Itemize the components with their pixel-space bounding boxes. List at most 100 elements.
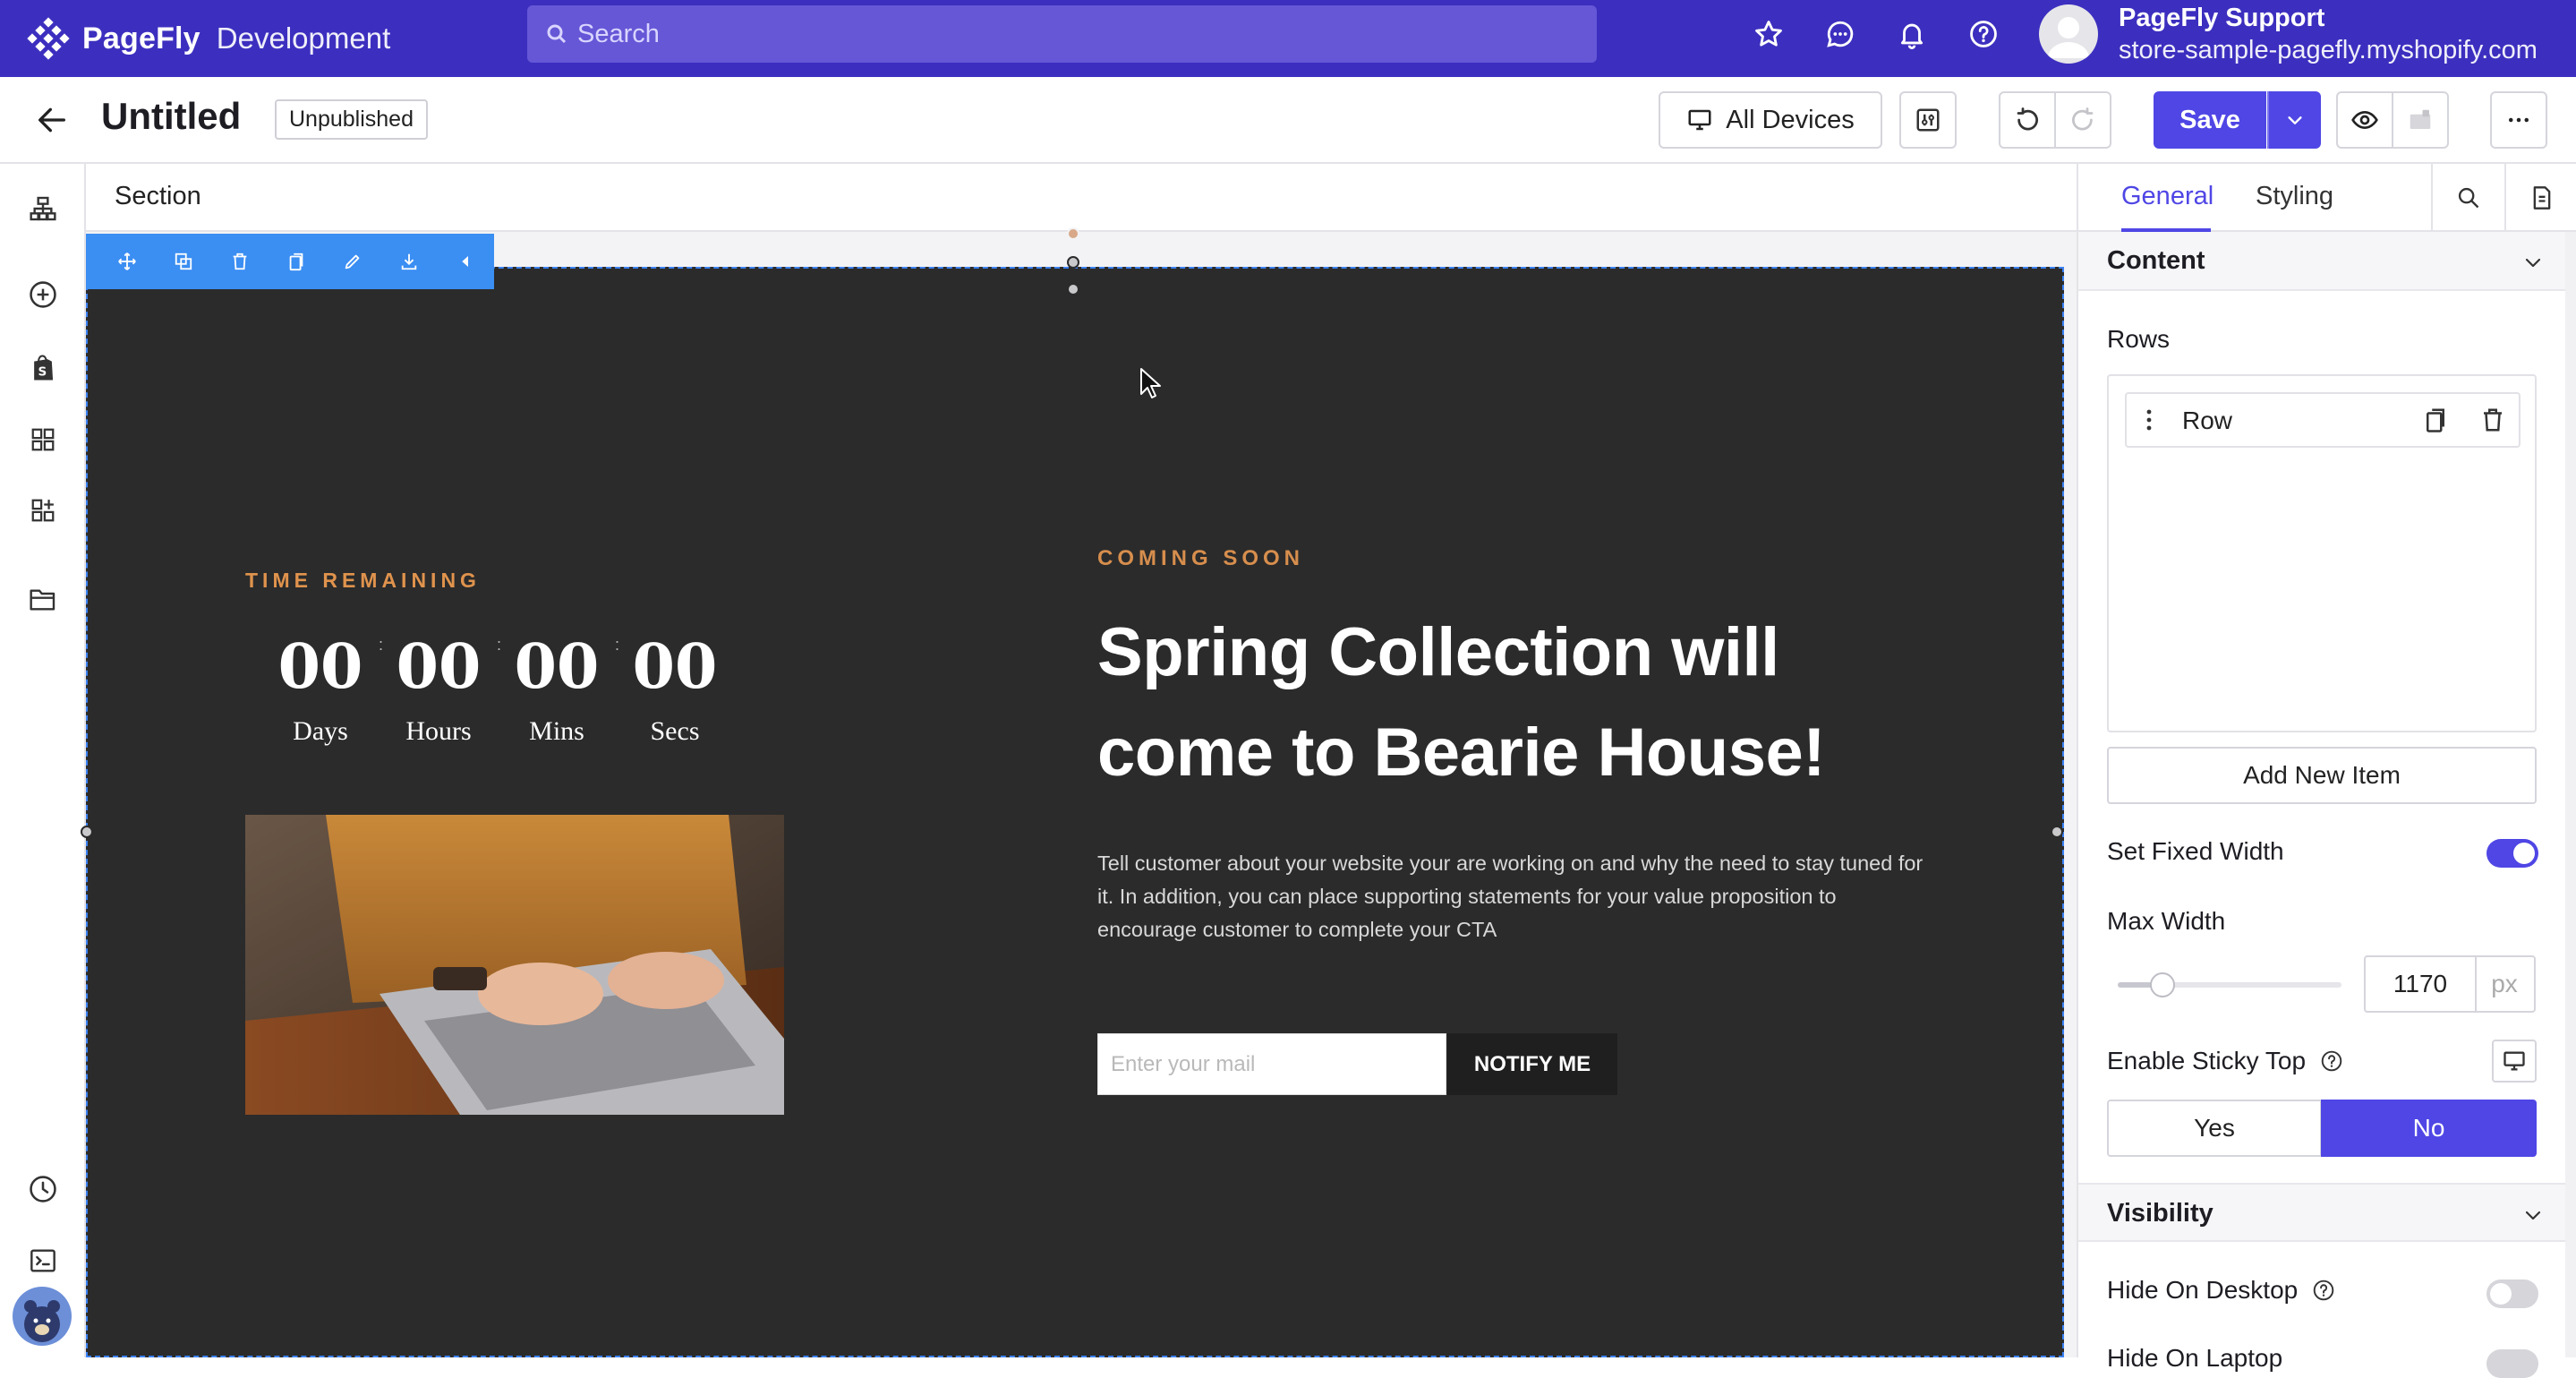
help-icon[interactable]: [2312, 1279, 2335, 1308]
hide-desktop-label: Hide On Desktop: [2107, 1276, 2335, 1308]
resize-handle-top-inner[interactable]: [1067, 283, 1079, 295]
breadcrumb-bar: Section: [86, 164, 2077, 232]
preview-eye-button[interactable]: [2336, 91, 2393, 149]
content-header-label: Content: [2107, 246, 2205, 275]
save-dropdown-button[interactable]: [2267, 91, 2321, 149]
visibility-section-header[interactable]: Visibility: [2078, 1183, 2565, 1242]
add-element-icon[interactable]: [25, 277, 61, 312]
back-button[interactable]: [34, 102, 77, 138]
redo-button[interactable]: [2054, 91, 2111, 149]
device-desktop-icon[interactable]: [2492, 1040, 2537, 1083]
brand[interactable]: PageFly Development: [27, 14, 390, 63]
resize-handle-right[interactable]: [2051, 826, 2063, 838]
resize-handle-top[interactable]: [1067, 256, 1079, 269]
folder-icon[interactable]: [25, 581, 61, 617]
copy-icon[interactable]: [268, 234, 324, 289]
countdown-separator: :: [497, 636, 502, 654]
toggle-knob: [2490, 1283, 2512, 1305]
move-handle[interactable]: [1067, 227, 1079, 240]
row-list-item[interactable]: Row: [2125, 392, 2521, 448]
history-clock-icon[interactable]: [25, 1171, 61, 1207]
max-width-slider[interactable]: [2118, 972, 2341, 997]
drag-handle-icon[interactable]: [2145, 407, 2154, 438]
properties-panel: General Styling Content Rows Row Add New…: [2077, 164, 2576, 1378]
grid-blocks-icon[interactable]: [25, 422, 61, 458]
sticky-top-label-text: Enable Sticky Top: [2107, 1047, 2307, 1074]
avatar[interactable]: [2039, 4, 2098, 64]
breadcrumb[interactable]: Section: [115, 182, 201, 211]
row-item-label: Row: [2182, 407, 2233, 434]
brand-name: PageFly: [82, 21, 200, 56]
more-options-button[interactable]: [2490, 91, 2547, 149]
sticky-top-label: Enable Sticky Top: [2107, 1047, 2343, 1079]
code-terminal-icon[interactable]: [25, 1243, 61, 1279]
save-button[interactable]: Save: [2154, 91, 2266, 149]
top-bar: PageFly Development Search PageFly Suppo…: [0, 0, 2576, 77]
hide-desktop-toggle[interactable]: [2486, 1280, 2538, 1308]
duplicate-icon[interactable]: [155, 234, 211, 289]
visibility-header-label: Visibility: [2107, 1199, 2213, 1228]
tab-general[interactable]: General: [2121, 182, 2213, 211]
layers-tree-icon[interactable]: [25, 191, 61, 227]
coming-soon-label: COMING SOON: [1097, 546, 1305, 570]
resize-handle-left[interactable]: [81, 826, 93, 838]
max-width-unit[interactable]: px: [2475, 955, 2536, 1013]
slider-thumb[interactable]: [2150, 972, 2175, 997]
chat-icon[interactable]: [1822, 16, 1858, 52]
collapse-arrow-icon[interactable]: [438, 234, 494, 289]
all-devices-label: All Devices: [1726, 105, 1855, 134]
shopify-bag-icon[interactable]: S: [25, 350, 61, 386]
undo-button[interactable]: [1999, 91, 2056, 149]
element-toolbar: [86, 234, 494, 289]
headline: Spring Collection will come to Bearie Ho…: [1097, 603, 1992, 803]
hide-laptop-toggle[interactable]: [2486, 1349, 2538, 1378]
monitor-icon: [1686, 107, 1713, 133]
countdown-hours-value: 00: [396, 631, 482, 703]
hide-laptop-label: Hide On Laptop: [2107, 1344, 2283, 1372]
tab-styling[interactable]: Styling: [2256, 182, 2333, 211]
settings-sliders-button[interactable]: [1899, 91, 1957, 149]
max-width-input[interactable]: 1170: [2364, 955, 2477, 1013]
coming-soon-section[interactable]: TIME REMAINING 00 00 00 00 : : : Days Ho…: [81, 227, 2064, 1357]
status-badge: Unpublished: [275, 99, 428, 140]
panel-scrollbar[interactable]: [2565, 232, 2576, 1357]
brand-env: Development: [216, 21, 391, 55]
email-field[interactable]: Enter your mail: [1097, 1033, 1446, 1095]
add-new-item-button[interactable]: Add New Item: [2107, 747, 2537, 804]
delete-row-icon[interactable]: [2479, 407, 2506, 438]
move-icon[interactable]: [98, 234, 155, 289]
fixed-width-toggle[interactable]: [2486, 839, 2538, 868]
svg-text:S: S: [38, 365, 47, 380]
countdown-hours-label: Hours: [405, 716, 472, 746]
all-devices-button[interactable]: All Devices: [1659, 91, 1882, 149]
help-icon[interactable]: [1966, 16, 2001, 52]
page-title[interactable]: Untitled: [101, 95, 241, 138]
description-text: Tell customer about your website your ar…: [1097, 852, 1923, 941]
notify-me-button[interactable]: NOTIFY ME: [1447, 1033, 1617, 1095]
max-width-label: Max Width: [2107, 907, 2226, 935]
countdown-mins-value: 00: [514, 631, 600, 703]
search-icon: [547, 24, 567, 44]
content-section-header[interactable]: Content: [2078, 232, 2565, 291]
add-apps-icon[interactable]: [25, 492, 61, 528]
user-store[interactable]: store-sample-pagefly.myshopify.com: [2119, 36, 2538, 65]
laptop-hands-image[interactable]: [245, 815, 784, 1115]
publish-button[interactable]: [2392, 91, 2449, 149]
bell-icon[interactable]: [1894, 16, 1930, 52]
copy-row-icon[interactable]: [2422, 407, 2449, 438]
countdown-mins-label: Mins: [529, 716, 584, 746]
delete-icon[interactable]: [211, 234, 268, 289]
page-document-icon[interactable]: [2504, 164, 2576, 232]
panel-search-icon[interactable]: [2431, 164, 2504, 232]
user-name[interactable]: PageFly Support: [2119, 4, 2324, 33]
sticky-no-button[interactable]: No: [2321, 1100, 2537, 1157]
paint-brush-icon[interactable]: [325, 234, 381, 289]
chevron-down-icon: [2522, 252, 2544, 278]
star-icon[interactable]: [1751, 16, 1787, 52]
search-input[interactable]: Search: [527, 5, 1597, 63]
rows-list: Row: [2107, 374, 2537, 732]
sticky-yes-button[interactable]: Yes: [2107, 1100, 2322, 1157]
save-download-icon[interactable]: [381, 234, 438, 289]
help-icon[interactable]: [2320, 1049, 2343, 1079]
mascot-avatar-icon[interactable]: [13, 1287, 72, 1346]
